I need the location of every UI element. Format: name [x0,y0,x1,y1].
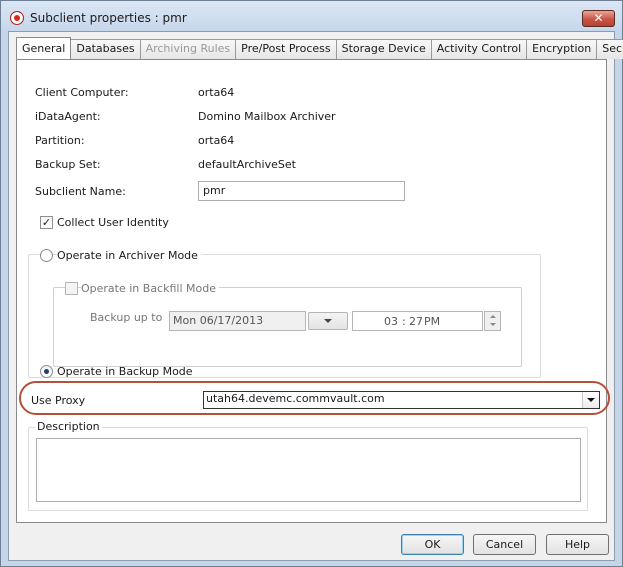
use-proxy-dropdown-button[interactable] [582,392,599,408]
use-proxy-label: Use Proxy [31,394,86,407]
description-textarea[interactable] [36,438,581,502]
backup-mode-label: Operate in Backup Mode [57,365,193,378]
chevron-down-icon [324,319,332,323]
idataagent-label: iDataAgent: [35,110,101,123]
general-tab-panel: Client Computer: orta64 iDataAgent: Domi… [16,59,610,523]
tab-strip: General Databases Archiving Rules Pre/Po… [16,37,623,59]
idataagent-value: Domino Mailbox Archiver [198,110,336,123]
subclient-name-label: Subclient Name: [35,185,126,198]
tab-databases[interactable]: Databases [70,39,141,59]
client-computer-value: orta64 [198,86,235,99]
spin-down-icon [490,323,496,326]
backup-set-label: Backup Set: [35,158,101,171]
backup-mode-radio[interactable] [40,365,53,378]
client-computer-label: Client Computer: [35,86,129,99]
tab-archiving-rules: Archiving Rules [139,39,237,59]
time-spinner [484,311,501,331]
title-bar[interactable]: Subclient properties : pmr ✕ [1,1,622,31]
description-label: Description [35,420,102,433]
close-button[interactable]: ✕ [582,10,615,27]
time-separator: : [402,315,406,328]
tab-general[interactable]: General [16,37,72,59]
tab-encryption[interactable]: Encryption [526,39,598,59]
backup-time-field: 03 : 27 PM [352,311,483,331]
help-button[interactable]: Help [546,534,609,555]
cancel-button[interactable]: Cancel [473,534,536,555]
use-proxy-value: utah64.devemc.commvault.com [206,392,385,405]
archiver-mode-label: Operate in Archiver Mode [57,249,201,262]
time-ampm: PM [424,315,441,328]
dialog-body: General Databases Archiving Rules Pre/Po… [8,31,623,561]
backup-set-value: defaultArchiveSet [198,158,296,171]
backfill-mode-label: Operate in Backfill Mode [81,282,219,295]
window-title: Subclient properties : pmr [30,11,187,25]
date-dropdown-button [308,312,348,330]
tab-activity-control[interactable]: Activity Control [430,39,528,59]
dialog-window: Subclient properties : pmr ✕ General Dat… [0,0,623,567]
collect-user-identity-label: Collect User Identity [57,216,169,229]
backup-up-to-label: Backup up to [90,311,163,324]
backfill-mode-checkbox[interactable] [65,282,78,295]
partition-value: orta64 [198,134,235,147]
partition-label: Partition: [35,134,85,147]
tab-security[interactable]: Security [596,39,623,59]
collect-user-identity-checkbox[interactable]: ✓ [40,216,53,229]
backup-date-field: Mon 06/17/2013 [169,311,306,331]
use-proxy-combobox[interactable]: utah64.devemc.commvault.com [203,391,600,409]
archiver-mode-radio[interactable] [40,249,53,262]
spin-up-icon [490,315,496,318]
commvault-logo-icon [10,11,24,25]
time-hour: 03 [384,315,398,328]
tab-pre-post-process[interactable]: Pre/Post Process [235,39,337,59]
tab-storage-device[interactable]: Storage Device [335,39,432,59]
chevron-down-icon [587,398,595,402]
subclient-name-input[interactable]: pmr [198,181,405,201]
ok-button[interactable]: OK [401,534,464,555]
time-minute: 27 [409,315,423,328]
